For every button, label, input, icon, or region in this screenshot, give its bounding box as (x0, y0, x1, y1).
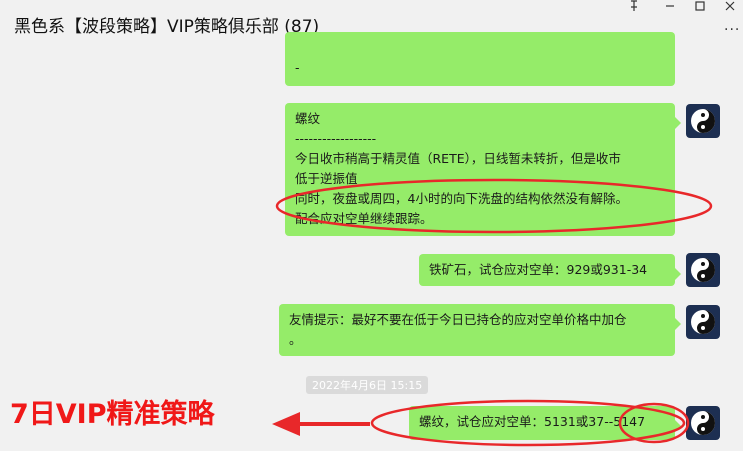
promo-annotation: 7日VIP精准策略 (10, 399, 215, 430)
highlight-ellipse (275, 178, 713, 234)
annotation-overlay (272, 178, 713, 447)
arrow-head-icon (272, 412, 300, 436)
